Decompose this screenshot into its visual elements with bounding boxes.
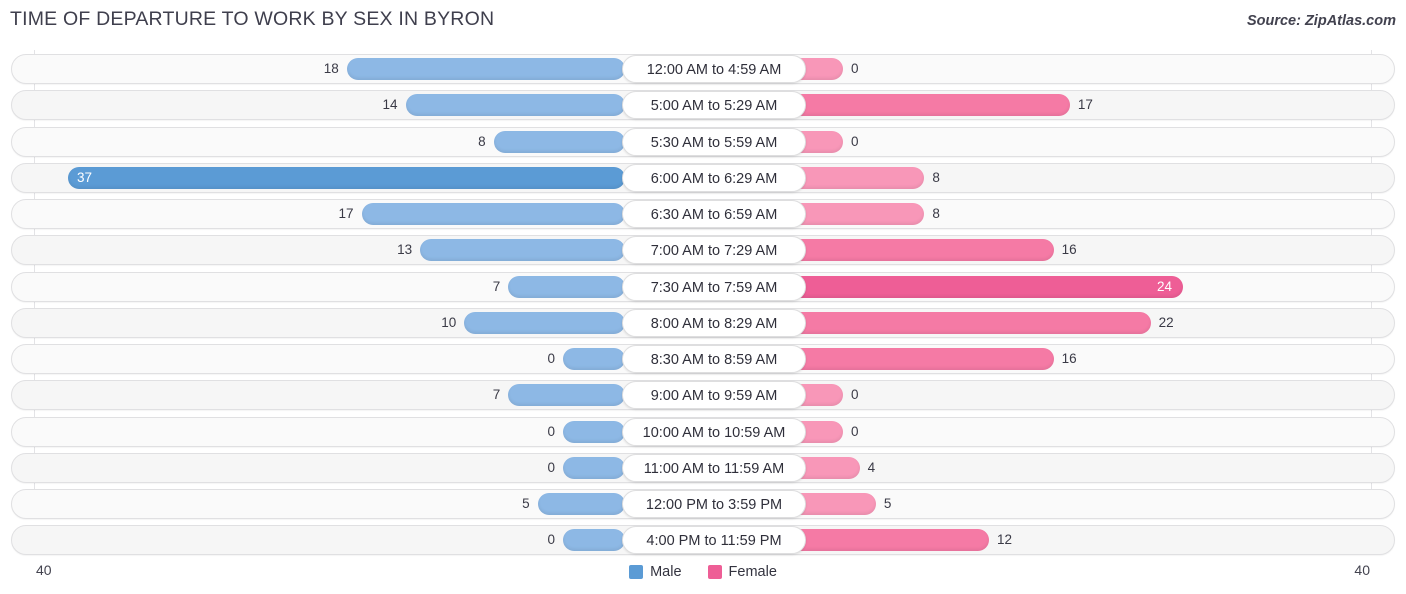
chart-row: 13 16 7:00 AM to 7:29 AM: [11, 235, 1395, 266]
bar-value-male: 10: [441, 314, 457, 330]
category-label: 4:00 PM to 11:59 PM: [622, 526, 806, 555]
bar-value-female: 24: [1157, 278, 1173, 294]
bar-value-female: 22: [1158, 314, 1174, 330]
category-label: 8:00 AM to 8:29 AM: [622, 308, 806, 337]
category-label: 11:00 AM to 11:59 AM: [622, 453, 806, 482]
legend-swatch-male: [629, 565, 644, 579]
bar-male[interactable]: [508, 275, 625, 298]
category-label: 7:30 AM to 7:59 AM: [622, 272, 806, 301]
chart-row: 7 24 7:30 AM to 7:59 AM: [11, 271, 1395, 302]
category-label: 9:00 AM to 9:59 AM: [622, 381, 806, 410]
bar-value-male: 0: [547, 423, 555, 439]
bar-male[interactable]: [464, 311, 625, 334]
bar-value-male: 5: [522, 496, 530, 511]
chart-row: 7 0 9:00 AM to 9:59 AM: [11, 380, 1395, 411]
bar-male[interactable]: [405, 94, 625, 117]
category-label: 12:00 PM to 3:59 PM: [622, 490, 806, 518]
bar-value-female: 0: [851, 423, 859, 439]
bar-value-female: 8: [932, 169, 940, 185]
bar-male[interactable]: [493, 130, 625, 153]
bar-value-male: 18: [323, 61, 339, 76]
chart-row: 0 12 4:00 PM to 11:59 PM: [11, 525, 1395, 556]
chart-row: 8 0 5:30 AM to 5:59 AM: [11, 126, 1395, 157]
bar-value-female: 0: [851, 61, 859, 76]
chart-row: 14 17 5:00 AM to 5:29 AM: [11, 90, 1395, 121]
chart-legend: Male Female: [0, 564, 1406, 580]
source-label: Source: ZipAtlas.com: [1246, 13, 1396, 29]
bar-male[interactable]: [508, 384, 625, 407]
chart-row: 10 22 8:00 AM to 8:29 AM: [11, 307, 1395, 338]
bar-female[interactable]: [781, 94, 1070, 117]
bar-value-female: 8: [932, 206, 940, 221]
bar-value-female: 16: [1061, 351, 1077, 366]
chart-row: 0 16 8:30 AM to 8:59 AM: [11, 344, 1395, 374]
legend-item-male[interactable]: Male: [629, 564, 682, 580]
bar-male[interactable]: [563, 348, 625, 370]
category-label: 5:30 AM to 5:59 AM: [622, 127, 806, 156]
category-label: 8:30 AM to 8:59 AM: [622, 345, 806, 373]
category-label: 10:00 AM to 10:59 AM: [622, 417, 806, 446]
legend-swatch-female: [707, 565, 722, 579]
bar-male[interactable]: [361, 203, 625, 225]
legend-label-male: Male: [650, 564, 682, 580]
bar-female[interactable]: [781, 311, 1151, 334]
bar-value-male: 0: [547, 459, 555, 475]
bar-female[interactable]: [781, 529, 989, 552]
category-label: 6:30 AM to 6:59 AM: [622, 200, 806, 228]
bar-male[interactable]: [537, 493, 625, 515]
chart-row: 0 0 10:00 AM to 10:59 AM: [11, 416, 1395, 447]
bar-female[interactable]: [781, 348, 1054, 370]
bar-male[interactable]: [346, 58, 625, 80]
bar-value-male: 0: [547, 532, 555, 548]
bar-value-male: 7: [492, 278, 501, 294]
category-label: 5:00 AM to 5:29 AM: [622, 91, 806, 120]
bar-female[interactable]: [781, 275, 1183, 298]
legend-label-female: Female: [728, 564, 777, 580]
bar-value-female: 5: [883, 496, 892, 511]
bar-male[interactable]: [68, 166, 625, 189]
bar-value-male: 0: [547, 351, 555, 366]
category-label: 12:00 AM to 4:59 AM: [622, 55, 806, 83]
bar-value-male: 17: [338, 206, 354, 221]
bar-value-female: 0: [851, 387, 859, 403]
chart-row: 0 4 11:00 AM to 11:59 AM: [11, 452, 1395, 483]
category-label: 6:00 AM to 6:29 AM: [622, 163, 806, 192]
chart-row: 37 8 6:00 AM to 6:29 AM: [11, 162, 1395, 193]
bar-value-female: 17: [1077, 97, 1093, 113]
bar-value-male: 13: [397, 242, 413, 258]
bar-value-female: 0: [851, 133, 859, 149]
bar-female[interactable]: [781, 239, 1054, 262]
bar-value-male: 37: [77, 169, 93, 185]
bar-male[interactable]: [563, 529, 625, 552]
bar-male[interactable]: [563, 420, 625, 443]
category-label: 7:00 AM to 7:29 AM: [622, 236, 806, 265]
bar-value-female: 16: [1061, 242, 1077, 258]
legend-item-female[interactable]: Female: [707, 564, 777, 580]
bar-male[interactable]: [420, 239, 625, 262]
chart-row: 17 8 6:30 AM to 6:59 AM: [11, 199, 1395, 229]
bar-value-male: 8: [478, 133, 486, 149]
bar-value-female: 4: [867, 459, 876, 475]
bar-value-female: 12: [997, 532, 1013, 548]
bar-value-male: 7: [492, 387, 501, 403]
chart-row: 5 5 12:00 PM to 3:59 PM: [11, 489, 1395, 519]
chart-row: 18 0 12:00 AM to 4:59 AM: [11, 54, 1395, 84]
page-title: TIME OF DEPARTURE TO WORK BY SEX IN BYRO…: [10, 8, 495, 30]
chart-plot-area: 18 0 12:00 AM to 4:59 AM 14 17 5:00 AM to 5:2…: [0, 50, 1406, 556]
bar-value-male: 14: [382, 97, 398, 113]
bar-male[interactable]: [563, 456, 625, 479]
